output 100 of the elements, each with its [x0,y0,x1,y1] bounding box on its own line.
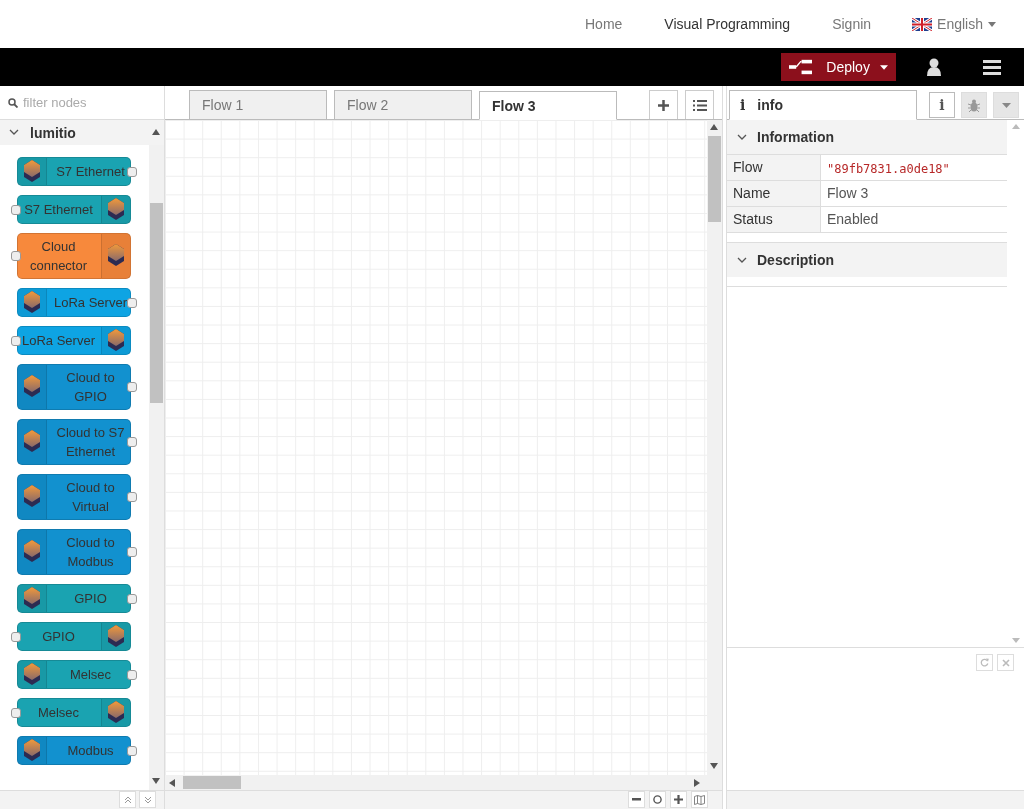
cube-icon [108,328,124,353]
palette-node[interactable]: Cloud to Virtual [17,474,131,520]
nav-link[interactable]: Home [564,16,644,32]
caret-icon [988,21,996,27]
scroll-down-icon[interactable] [710,763,718,771]
scrollbar-thumb[interactable] [708,136,721,222]
palette-node[interactable]: Melsec [17,698,131,727]
debug-button[interactable] [961,92,987,118]
deploy-button[interactable]: Deploy [781,53,896,81]
palette-node[interactable]: Cloud to GPIO [17,364,131,410]
palette-node[interactable]: LoRa Server [17,288,131,317]
info-tab[interactable]: i info [729,90,917,120]
category-title[interactable]: lumitio [30,124,76,141]
double-down-icon [143,795,152,804]
port-handle[interactable] [127,166,137,177]
flow-list-button[interactable] [685,90,714,119]
zoom-out-button[interactable] [628,791,645,808]
close-button[interactable] [997,654,1014,671]
filter-input[interactable]: filter nodes [21,94,151,111]
nav-link[interactable]: Visual Programming [643,16,812,32]
palette-node[interactable]: S7 Ethernet [17,195,131,224]
property-value: Enabled [826,210,880,229]
scrollbar-thumb[interactable] [150,203,163,403]
caret-icon [879,64,888,70]
scroll-left-icon[interactable] [169,778,177,787]
palette-node[interactable]: S7 Ethernet [17,157,131,186]
scroll-up-icon[interactable] [152,128,160,137]
flow-tab[interactable]: Flow 3 [479,91,617,120]
flow-tab[interactable]: Flow 1 [189,90,327,119]
expand-all-button[interactable] [139,791,156,808]
scrollbar-thumb[interactable] [183,776,241,789]
cube-icon [108,624,124,649]
user-icon [927,58,941,76]
property-value: Flow 3 [826,184,870,203]
port-handle[interactable] [127,297,137,308]
cube-icon [24,485,40,509]
filter-field[interactable]: filter nodes [0,86,164,120]
scrollbar[interactable] [707,120,722,775]
cube-icon [108,700,124,725]
add-flow-button[interactable] [649,90,678,119]
port-handle[interactable] [11,631,21,642]
scroll-down-icon[interactable] [152,778,161,786]
language-dropdown[interactable]: English [912,16,996,32]
palette-node[interactable]: Cloud connector [17,233,131,279]
scroll-right-icon[interactable] [694,778,702,787]
port-handle[interactable] [11,707,21,718]
chevron-icon [737,133,747,141]
nav-link[interactable]: Signin [811,16,893,32]
refresh-button[interactable] [976,654,993,671]
port-handle[interactable] [11,335,21,346]
palette-node[interactable]: Modbus [17,736,131,765]
port-handle[interactable] [127,437,137,447]
port-handle[interactable] [11,204,21,215]
list-icon [692,99,707,111]
property-name: Flow [727,155,821,180]
info-button[interactable]: i [929,92,955,118]
cube-icon [24,159,40,184]
port-handle[interactable] [127,492,137,502]
port-handle[interactable] [127,593,137,604]
chevron-icon [9,129,19,136]
close-icon [1001,658,1010,667]
refresh-icon [980,658,989,667]
flag-icon [912,17,933,31]
cube-icon [24,290,40,315]
section-title[interactable]: Information [757,129,834,145]
flow-tab[interactable]: Flow 2 [334,90,472,119]
zoom-reset-button[interactable] [649,791,666,808]
port-handle[interactable] [127,745,137,756]
scrollbar[interactable] [165,775,722,790]
port-handle[interactable] [127,382,137,392]
chevron-icon [737,256,747,264]
menu-icon [983,59,1001,75]
deploy-icon [789,59,813,75]
caret-icon [1001,102,1011,108]
port-handle[interactable] [11,251,21,261]
circle-icon [653,795,662,804]
cube-icon [24,738,40,763]
palette-node[interactable]: GPIO [17,622,131,651]
cube-icon [24,430,40,454]
cube-icon [24,540,40,564]
palette-node[interactable]: LoRa Server [17,326,131,355]
palette-node[interactable]: Cloud to Modbus [17,529,131,575]
sidebar-menu-button[interactable] [993,92,1019,118]
property-name: Status [727,207,821,232]
plus-icon [658,99,669,111]
map-icon [694,794,705,805]
palette-node[interactable]: Melsec [17,660,131,689]
property-value: "89fb7831.a0de18" [826,161,951,178]
zoom-in-button[interactable] [670,791,687,808]
palette-node[interactable]: Cloud to S7 Ethernet [17,419,131,465]
collapse-all-button[interactable] [119,791,136,808]
cube-icon [108,244,124,268]
palette-node[interactable]: GPIO [17,584,131,613]
port-handle[interactable] [127,547,137,557]
cube-icon [108,197,124,222]
port-handle[interactable] [127,669,137,680]
section-title[interactable]: Description [757,252,834,268]
navigator-button[interactable] [691,791,708,808]
cube-icon [24,586,40,611]
scroll-up-icon[interactable] [710,124,718,132]
